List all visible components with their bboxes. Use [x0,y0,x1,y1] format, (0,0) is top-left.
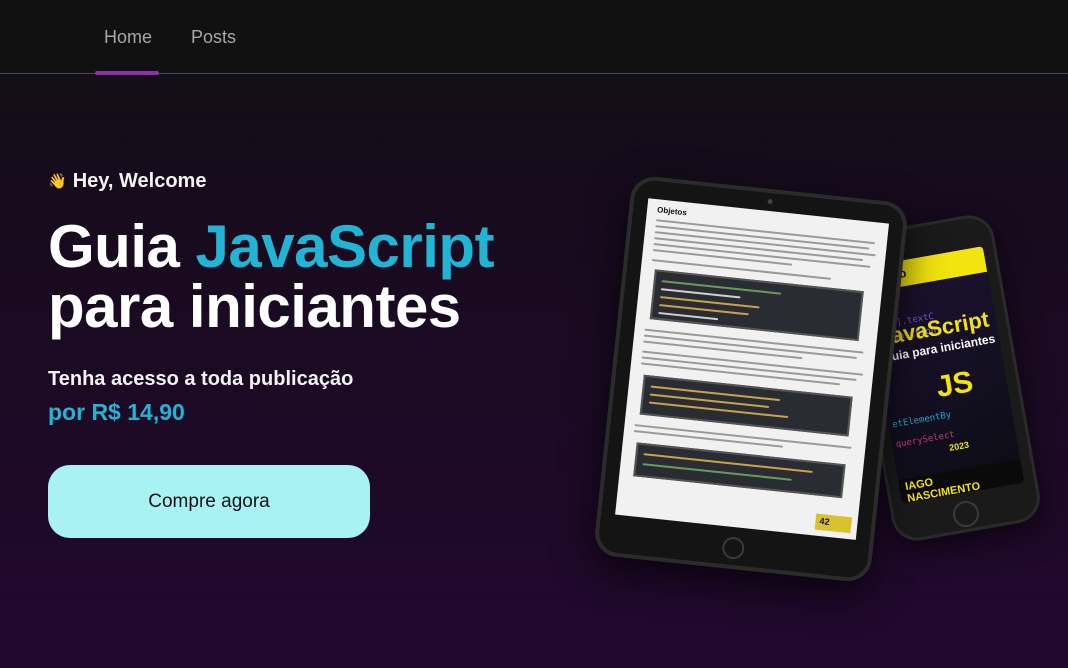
headline-accent: JavaScript [195,213,495,280]
nav-item-posts[interactable]: Posts [191,27,236,48]
code-block [649,269,864,342]
hero-headline: Guia JavaScript para iniciantes [48,217,528,337]
buy-now-button[interactable]: Compre agora [48,465,370,538]
greeting-text: Hey, Welcome [72,170,207,192]
code-line [658,311,719,321]
waving-hand-icon: 👋 [48,173,67,190]
page-number: 42 [814,513,853,534]
top-navbar: Home Posts [0,0,1068,75]
tablet-home-button [721,535,746,561]
js-logo: JS [933,365,976,405]
phone-home-button [950,499,982,530]
code-line [643,453,813,473]
tablet-camera [767,198,773,205]
code-line [648,401,789,419]
headline-part-2: para iniciantes [48,273,461,340]
cover-code-line: querySelect [895,429,956,451]
active-nav-indicator [95,71,159,75]
cover-code-line: etElementBy [891,410,953,431]
greeting: 👋 Hey, Welcome [48,170,528,193]
code-line [650,385,781,402]
code-block [633,442,846,499]
code-line [661,280,782,295]
page-heading: Objetos [656,205,688,218]
hero-section: 👋 Hey, Welcome Guia JavaScript para inic… [48,170,528,426]
tablet-screen: Objetos 42 [615,198,890,540]
headline-part-1: Guia [48,213,196,280]
hero-price: por R$ 14,90 [48,399,185,425]
hero-subtitle: Tenha acesso a toda publicação [48,368,354,390]
nav-item-home[interactable]: Home [104,27,152,48]
tablet-mockup: Objetos 42 [592,174,910,584]
